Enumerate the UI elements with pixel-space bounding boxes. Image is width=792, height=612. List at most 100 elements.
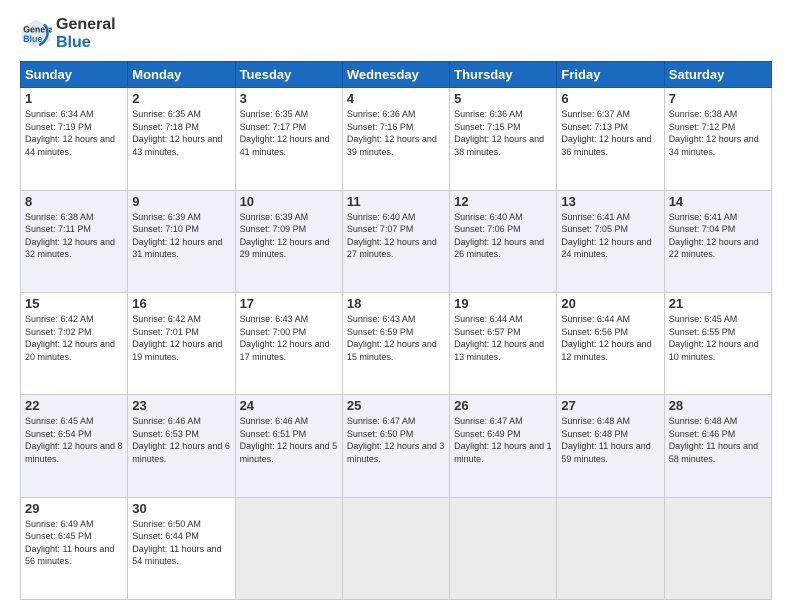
day-info: Sunrise: 6:41 AMSunset: 7:05 PMDaylight:… <box>561 212 651 260</box>
table-row: 7Sunrise: 6:38 AMSunset: 7:12 PMDaylight… <box>664 88 771 190</box>
day-info: Sunrise: 6:40 AMSunset: 7:07 PMDaylight:… <box>347 212 437 260</box>
day-info: Sunrise: 6:37 AMSunset: 7:13 PMDaylight:… <box>561 109 651 157</box>
day-info: Sunrise: 6:50 AMSunset: 6:44 PMDaylight:… <box>132 519 221 567</box>
day-number: 15 <box>25 296 123 311</box>
calendar-header-row: Sunday Monday Tuesday Wednesday Thursday… <box>21 62 772 88</box>
table-row: 15Sunrise: 6:42 AMSunset: 7:02 PMDayligh… <box>21 292 128 394</box>
day-info: Sunrise: 6:45 AMSunset: 6:54 PMDaylight:… <box>25 416 123 464</box>
col-sunday: Sunday <box>21 62 128 88</box>
table-row: 23 Sunrise: 6:46 AMSunset: 6:53 PMDayligh… <box>128 395 235 497</box>
table-row: 11 Sunrise: 6:40 AMSunset: 7:07 PMDayligh… <box>342 190 449 292</box>
day-info: Sunrise: 6:44 AMSunset: 6:57 PMDaylight:… <box>454 314 544 362</box>
day-number: 7 <box>669 91 767 106</box>
logo-icon: General Blue <box>20 18 52 50</box>
table-row: 28Sunrise: 6:48 AMSunset: 6:46 PMDayligh… <box>664 395 771 497</box>
table-row: 24 Sunrise: 6:46 AMSunset: 6:51 PMDayligh… <box>235 395 342 497</box>
calendar-week-row: 29 Sunrise: 6:49 AMSunset: 6:45 PMDayligh… <box>21 497 772 599</box>
table-row: 1 Sunrise: 6:34 AMSunset: 7:19 PMDaylight… <box>21 88 128 190</box>
day-info: Sunrise: 6:47 AMSunset: 6:50 PMDaylight:… <box>347 416 445 464</box>
table-row: 22 Sunrise: 6:45 AMSunset: 6:54 PMDayligh… <box>21 395 128 497</box>
day-number: 4 <box>347 91 445 106</box>
day-number: 1 <box>25 91 123 106</box>
table-row: 6 Sunrise: 6:37 AMSunset: 7:13 PMDaylight… <box>557 88 664 190</box>
day-number: 13 <box>561 194 659 209</box>
day-number: 3 <box>240 91 338 106</box>
col-thursday: Thursday <box>450 62 557 88</box>
day-info: Sunrise: 6:49 AMSunset: 6:45 PMDaylight:… <box>25 519 114 567</box>
table-row <box>235 497 342 599</box>
day-number: 19 <box>454 296 552 311</box>
table-row: 4 Sunrise: 6:36 AMSunset: 7:16 PMDaylight… <box>342 88 449 190</box>
table-row: 14 Sunrise: 6:41 AMSunset: 7:04 PMDayligh… <box>664 190 771 292</box>
logo: General Blue General Blue <box>20 16 116 51</box>
table-row <box>557 497 664 599</box>
calendar-week-row: 1 Sunrise: 6:34 AMSunset: 7:19 PMDaylight… <box>21 88 772 190</box>
day-number: 23 <box>132 398 230 413</box>
calendar-week-row: 22 Sunrise: 6:45 AMSunset: 6:54 PMDayligh… <box>21 395 772 497</box>
col-saturday: Saturday <box>664 62 771 88</box>
table-row: 12 Sunrise: 6:40 AMSunset: 7:06 PMDayligh… <box>450 190 557 292</box>
col-friday: Friday <box>557 62 664 88</box>
day-info: Sunrise: 6:45 AMSunset: 6:55 PMDaylight:… <box>669 314 759 362</box>
day-info: Sunrise: 6:42 AMSunset: 7:01 PMDaylight:… <box>132 314 222 362</box>
table-row: 16 Sunrise: 6:42 AMSunset: 7:01 PMDayligh… <box>128 292 235 394</box>
day-number: 25 <box>347 398 445 413</box>
day-info: Sunrise: 6:46 AMSunset: 6:53 PMDaylight:… <box>132 416 230 464</box>
day-info: Sunrise: 6:39 AMSunset: 7:09 PMDaylight:… <box>240 212 330 260</box>
table-row: 19 Sunrise: 6:44 AMSunset: 6:57 PMDayligh… <box>450 292 557 394</box>
day-number: 29 <box>25 501 123 516</box>
day-number: 26 <box>454 398 552 413</box>
table-row: 8 Sunrise: 6:38 AMSunset: 7:11 PMDaylight… <box>21 190 128 292</box>
day-info: Sunrise: 6:46 AMSunset: 6:51 PMDaylight:… <box>240 416 338 464</box>
table-row: 5Sunrise: 6:36 AMSunset: 7:15 PMDaylight… <box>450 88 557 190</box>
day-number: 8 <box>25 194 123 209</box>
day-number: 14 <box>669 194 767 209</box>
day-number: 5 <box>454 91 552 106</box>
day-info: Sunrise: 6:35 AMSunset: 7:18 PMDaylight:… <box>132 109 222 157</box>
day-number: 6 <box>561 91 659 106</box>
day-info: Sunrise: 6:34 AMSunset: 7:19 PMDaylight:… <box>25 109 115 157</box>
table-row: 3 Sunrise: 6:35 AMSunset: 7:17 PMDaylight… <box>235 88 342 190</box>
day-number: 22 <box>25 398 123 413</box>
logo-blue: Blue <box>56 34 116 52</box>
day-info: Sunrise: 6:36 AMSunset: 7:16 PMDaylight:… <box>347 109 437 157</box>
day-number: 18 <box>347 296 445 311</box>
table-row: 25 Sunrise: 6:47 AMSunset: 6:50 PMDayligh… <box>342 395 449 497</box>
day-info: Sunrise: 6:35 AMSunset: 7:17 PMDaylight:… <box>240 109 330 157</box>
day-info: Sunrise: 6:38 AMSunset: 7:11 PMDaylight:… <box>25 212 115 260</box>
day-number: 24 <box>240 398 338 413</box>
day-info: Sunrise: 6:39 AMSunset: 7:10 PMDaylight:… <box>132 212 222 260</box>
calendar: Sunday Monday Tuesday Wednesday Thursday… <box>20 61 772 600</box>
col-monday: Monday <box>128 62 235 88</box>
day-info: Sunrise: 6:43 AMSunset: 6:59 PMDaylight:… <box>347 314 437 362</box>
day-number: 30 <box>132 501 230 516</box>
table-row: 13 Sunrise: 6:41 AMSunset: 7:05 PMDayligh… <box>557 190 664 292</box>
day-number: 11 <box>347 194 445 209</box>
day-info: Sunrise: 6:41 AMSunset: 7:04 PMDaylight:… <box>669 212 759 260</box>
page: General Blue General Blue Sunday Monday … <box>0 0 792 612</box>
table-row <box>664 497 771 599</box>
day-number: 20 <box>561 296 659 311</box>
day-number: 16 <box>132 296 230 311</box>
svg-text:Blue: Blue <box>23 34 42 44</box>
day-number: 9 <box>132 194 230 209</box>
col-wednesday: Wednesday <box>342 62 449 88</box>
table-row: 20Sunrise: 6:44 AMSunset: 6:56 PMDayligh… <box>557 292 664 394</box>
table-row: 2Sunrise: 6:35 AMSunset: 7:18 PMDaylight… <box>128 88 235 190</box>
table-row: 27 Sunrise: 6:48 AMSunset: 6:48 PMDayligh… <box>557 395 664 497</box>
table-row: 26 Sunrise: 6:47 AMSunset: 6:49 PMDayligh… <box>450 395 557 497</box>
table-row: 18 Sunrise: 6:43 AMSunset: 6:59 PMDayligh… <box>342 292 449 394</box>
table-row: 10Sunrise: 6:39 AMSunset: 7:09 PMDayligh… <box>235 190 342 292</box>
day-number: 12 <box>454 194 552 209</box>
day-info: Sunrise: 6:47 AMSunset: 6:49 PMDaylight:… <box>454 416 552 464</box>
day-info: Sunrise: 6:48 AMSunset: 6:48 PMDaylight:… <box>561 416 650 464</box>
day-info: Sunrise: 6:43 AMSunset: 7:00 PMDaylight:… <box>240 314 330 362</box>
table-row: 17Sunrise: 6:43 AMSunset: 7:00 PMDayligh… <box>235 292 342 394</box>
table-row <box>450 497 557 599</box>
day-info: Sunrise: 6:40 AMSunset: 7:06 PMDaylight:… <box>454 212 544 260</box>
calendar-week-row: 8 Sunrise: 6:38 AMSunset: 7:11 PMDaylight… <box>21 190 772 292</box>
day-info: Sunrise: 6:48 AMSunset: 6:46 PMDaylight:… <box>669 416 758 464</box>
logo-general: General <box>56 16 116 34</box>
day-number: 27 <box>561 398 659 413</box>
table-row: 9 Sunrise: 6:39 AMSunset: 7:10 PMDaylight… <box>128 190 235 292</box>
